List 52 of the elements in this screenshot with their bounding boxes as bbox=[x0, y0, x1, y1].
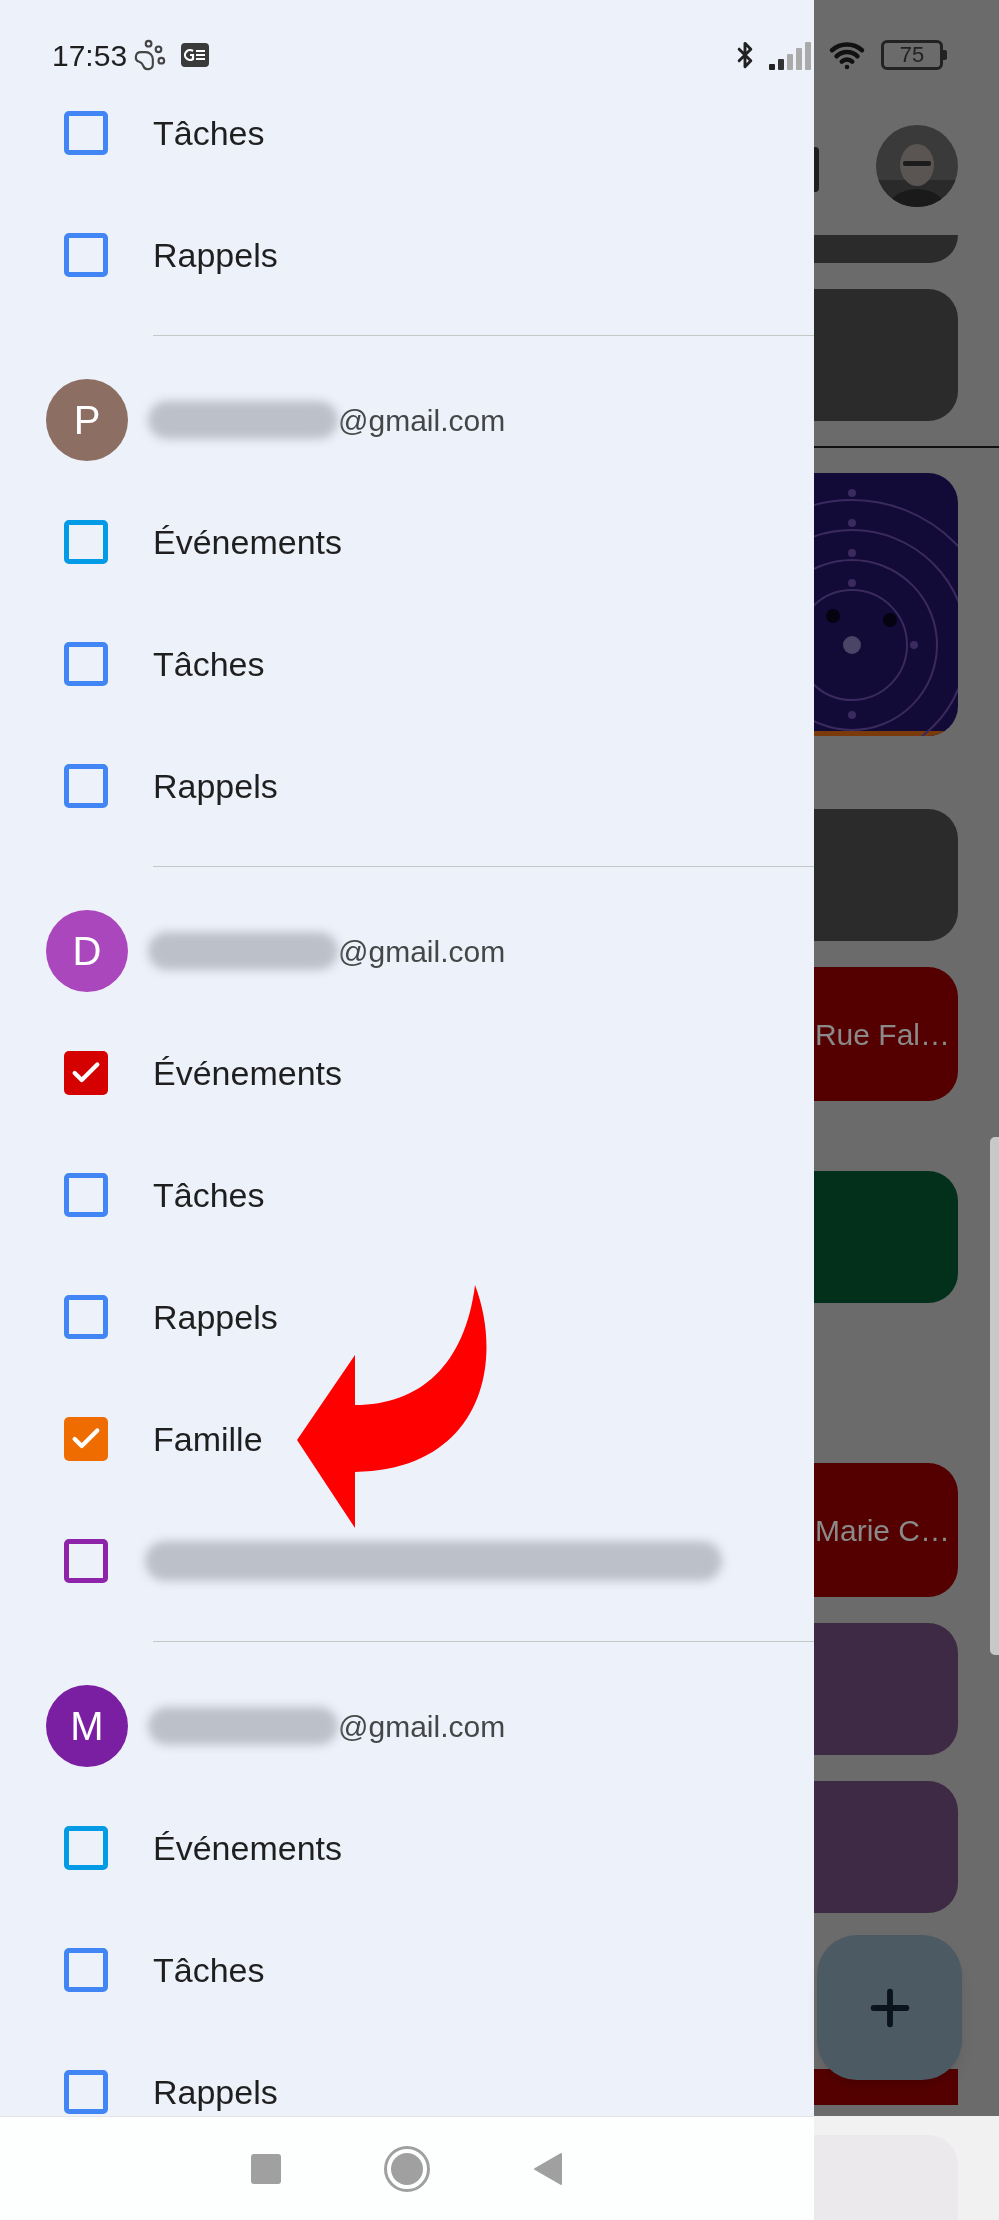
news-icon bbox=[181, 43, 210, 67]
battery-nub bbox=[943, 50, 947, 60]
event-card[interactable]: Marie C… bbox=[814, 1463, 958, 1597]
calendar-label: Tâches bbox=[153, 112, 265, 154]
checkbox[interactable] bbox=[64, 642, 108, 686]
account-email: @gmail.com bbox=[338, 1708, 506, 1745]
calendar-label: Événements bbox=[153, 521, 342, 563]
event-card[interactable] bbox=[814, 809, 958, 941]
avatar: M bbox=[46, 1685, 128, 1767]
event-card[interactable] bbox=[814, 1171, 958, 1303]
checkbox[interactable] bbox=[64, 1826, 108, 1870]
status-time: 17:53 bbox=[52, 37, 128, 74]
calendar-label: Rappels bbox=[153, 234, 278, 276]
account-email: @gmail.com bbox=[338, 933, 506, 970]
button-edge bbox=[814, 147, 819, 192]
checkbox[interactable] bbox=[64, 1173, 108, 1217]
calendar-label: Rappels bbox=[153, 2071, 278, 2113]
home-icon[interactable] bbox=[384, 2145, 430, 2192]
checkbox[interactable] bbox=[64, 1295, 108, 1339]
checkbox[interactable] bbox=[64, 1948, 108, 1992]
calendar-label: Tâches bbox=[153, 643, 265, 685]
event-title: Marie C… bbox=[815, 1512, 950, 1549]
checkbox[interactable] bbox=[64, 111, 108, 155]
calendar-label: Tâches bbox=[153, 1949, 265, 1991]
calendar-label: Événements bbox=[153, 1827, 342, 1869]
avatar: P bbox=[46, 379, 128, 461]
calendar-label: Événements bbox=[153, 1052, 342, 1094]
account-email: @gmail.com bbox=[338, 402, 506, 439]
calendar-label: Rappels bbox=[153, 765, 278, 807]
calendar-label: Tâches bbox=[153, 1174, 265, 1216]
event-card[interactable] bbox=[814, 1623, 958, 1755]
checkbox[interactable] bbox=[64, 1051, 108, 1095]
back-icon[interactable] bbox=[532, 2151, 563, 2186]
add-button[interactable] bbox=[817, 1935, 962, 2080]
avatar: D bbox=[46, 910, 128, 992]
battery-indicator: 75 bbox=[881, 40, 943, 70]
paw-icon bbox=[133, 38, 168, 72]
recents-icon[interactable] bbox=[251, 2153, 282, 2184]
scrollbar[interactable] bbox=[990, 1137, 999, 1655]
event-card[interactable]: Rue Fal… bbox=[814, 967, 958, 1101]
event-card[interactable] bbox=[814, 1781, 958, 1913]
event-title: Rue Fal… bbox=[814, 1016, 950, 1053]
event-card[interactable] bbox=[814, 235, 958, 263]
event-card[interactable] bbox=[814, 289, 958, 421]
checkbox[interactable] bbox=[64, 1417, 108, 1461]
checkbox[interactable] bbox=[64, 764, 108, 808]
checkbox[interactable] bbox=[64, 520, 108, 564]
checkbox[interactable] bbox=[64, 233, 108, 277]
checkbox[interactable] bbox=[64, 1539, 108, 1583]
calendar-label: Rappels bbox=[153, 1296, 278, 1338]
signal-icon bbox=[769, 40, 813, 70]
calendar-label: Famille bbox=[153, 1418, 263, 1460]
